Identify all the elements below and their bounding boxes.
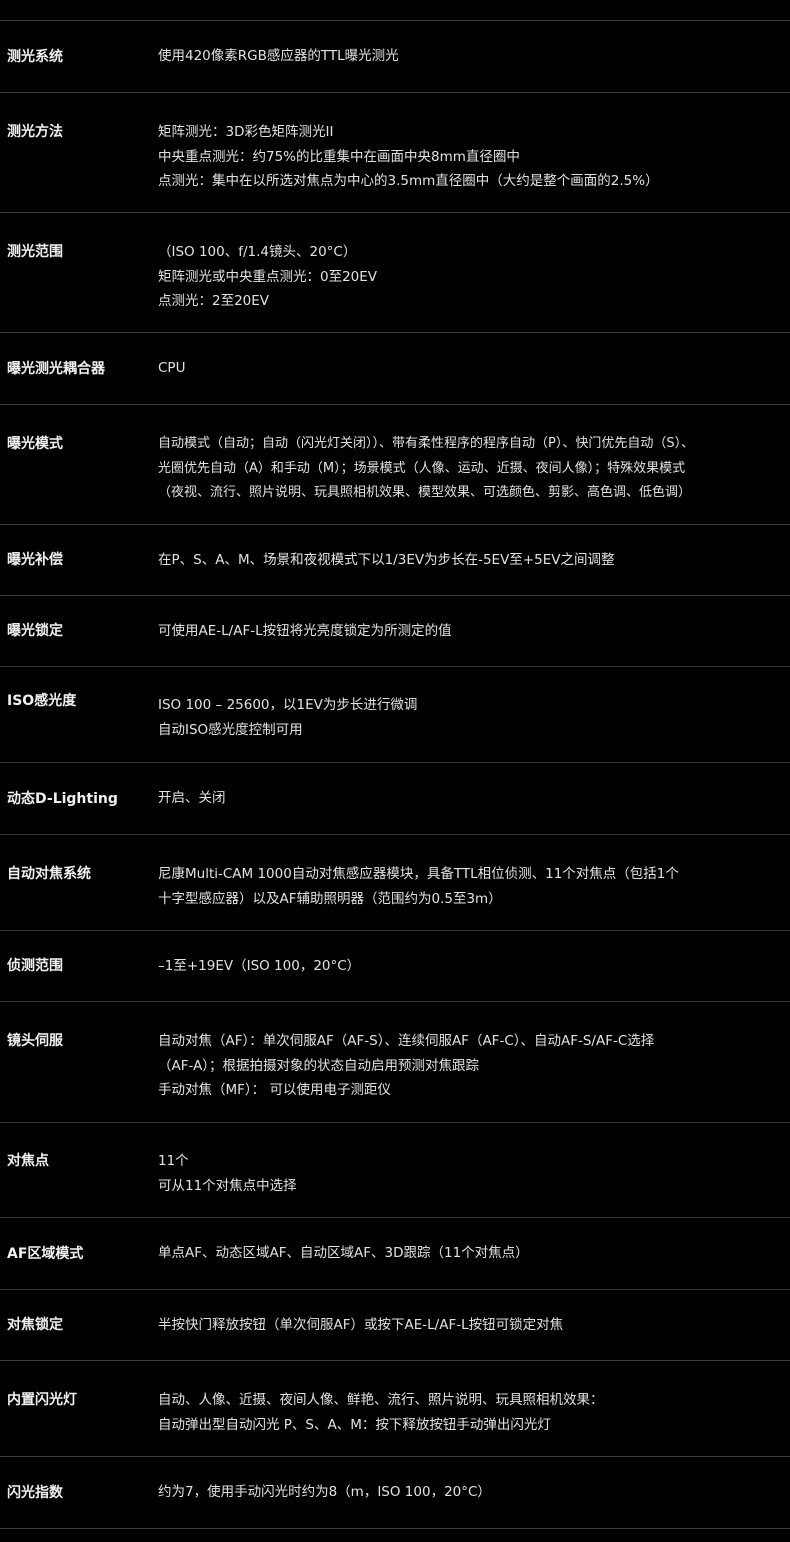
spec-line: 自动ISO感光度控制可用 [158, 721, 303, 738]
spec-label: 曝光模式 [7, 436, 63, 452]
spec-row: 曝光测光耦合器 CPU [0, 332, 790, 404]
spec-value: –1至+19EV（ISO 100，20°C） [158, 954, 790, 979]
spec-row: 测光系统 使用420像素RGB感应器的TTL曝光测光 [0, 20, 790, 92]
spec-line: 十字型感应器）以及AF辅助照明器（范围约为0.5至3m） [158, 890, 502, 907]
spec-label: 侦测范围 [7, 958, 63, 974]
spec-line: 中央重点测光：约75%的比重集中在画面中央8mm直径圈中 [158, 148, 520, 165]
spec-row: 对焦点 11个 可从11个对焦点中选择 [0, 1122, 790, 1217]
spec-row: 侦测范围 –1至+19EV（ISO 100，20°C） [0, 930, 790, 1001]
spec-line: 自动弹出型自动闪光 P、S、A、M：按下释放按钮手动弹出闪光灯 [158, 1416, 551, 1433]
spec-label: 镜头伺服 [7, 1033, 63, 1049]
spec-row: ISO感光度 ISO 100 – 25600，以1EV为步长进行微调 自动ISO… [0, 666, 790, 762]
spec-line: 自动、人像、近摄、夜间人像、鲜艳、流行、照片说明、玩具照相机效果： [158, 1392, 604, 1408]
spec-value: ISO 100 – 25600，以1EV为步长进行微调 自动ISO感光度控制可用 [158, 689, 790, 742]
spec-line: （ISO 100、f/1.4镜头、20°C） [158, 244, 357, 260]
spec-label: 对焦点 [7, 1153, 49, 1169]
spec-line: （夜视、流行、照片说明、玩具照相机效果、模型效果、可选颜色、剪影、高色调、低色调… [158, 485, 692, 500]
spec-line: 矩阵测光：3D彩色矩阵测光II [158, 124, 334, 140]
spec-line: 在P、S、A、M、场景和夜视模式下以1/3EV为步长在-5EV至+5EV之间调整 [158, 551, 615, 568]
spec-row: 测光方法 矩阵测光：3D彩色矩阵测光II 中央重点测光：约75%的比重集中在画面… [0, 92, 790, 212]
spec-row: 闪光指数 约为7，使用手动闪光时约为8（m，ISO 100，20°C） [0, 1456, 790, 1528]
spec-row: AF区域模式 单点AF、动态区域AF、自动区域AF、3D跟踪（11个对焦点） [0, 1217, 790, 1289]
spec-line: 手动对焦（MF）： 可以使用电子测距仪 [158, 1082, 391, 1098]
spec-value: 矩阵测光：3D彩色矩阵测光II 中央重点测光：约75%的比重集中在画面中央8mm… [158, 120, 790, 194]
spec-line: 点测光：2至20EV [158, 293, 270, 309]
spec-line: 开启、关闭 [158, 790, 226, 807]
spec-line: 可使用AE-L/AF-L按钮将光亮度锁定为所测定的值 [158, 622, 452, 639]
spec-table: 测光系统 使用420像素RGB感应器的TTL曝光测光 测光方法 矩阵测光：3D彩… [0, 0, 790, 1529]
spec-row: 内置闪光灯 自动、人像、近摄、夜间人像、鲜艳、流行、照片说明、玩具照相机效果： … [0, 1360, 790, 1456]
spec-line: CPU [158, 360, 186, 377]
spec-value: （ISO 100、f/1.4镜头、20°C） 矩阵测光或中央重点测光：0至20E… [158, 240, 790, 314]
spec-line: 矩阵测光或中央重点测光：0至20EV [158, 268, 378, 285]
spec-label: 闪光指数 [7, 1484, 63, 1501]
spec-line: 自动模式（自动；自动（闪光灯关闭））、带有柔性程序的程序自动（P）、快门优先自动… [158, 436, 695, 451]
spec-row: 曝光模式 自动模式（自动；自动（闪光灯关闭））、带有柔性程序的程序自动（P）、快… [0, 404, 790, 524]
spec-line: （AF-A）；根据拍摄对象的状态自动启用预测对焦跟踪 [158, 1057, 480, 1074]
spec-line: –1至+19EV（ISO 100，20°C） [158, 957, 361, 974]
spec-row: 对焦锁定 半按快门释放按钮（单次伺服AF）或按下AE-L/AF-L按钮可锁定对焦 [0, 1289, 790, 1360]
spec-value: 自动模式（自动；自动（闪光灯关闭））、带有柔性程序的程序自动（P）、快门优先自动… [158, 432, 790, 506]
spec-row: 曝光补偿 在P、S、A、M、场景和夜视模式下以1/3EV为步长在-5EV至+5E… [0, 524, 790, 595]
spec-label: 测光范围 [7, 244, 63, 260]
spec-label: 测光方法 [7, 124, 63, 140]
spec-value: 11个 可从11个对焦点中选择 [158, 1149, 790, 1198]
spec-value: 开启、关闭 [158, 786, 790, 811]
spec-value: 单点AF、动态区域AF、自动区域AF、3D跟踪（11个对焦点） [158, 1241, 790, 1266]
spec-line: 点测光：集中在以所选对焦点为中心的3.5mm直径圈中（大约是整个画面的2.5%） [158, 173, 659, 189]
spec-line: 可从11个对焦点中选择 [158, 1177, 297, 1194]
spec-row: 动态D-Lighting 开启、关闭 [0, 762, 790, 834]
spec-line: ISO 100 – 25600，以1EV为步长进行微调 [158, 697, 418, 713]
spec-value: CPU [158, 356, 790, 381]
bottom-divider [0, 1528, 790, 1529]
spec-label: 曝光补偿 [7, 552, 63, 568]
spec-value: 在P、S、A、M、场景和夜视模式下以1/3EV为步长在-5EV至+5EV之间调整 [158, 548, 790, 573]
spec-line: 自动对焦（AF）：单次伺服AF（AF-S）、连续伺服AF（AF-C）、自动AF-… [158, 1033, 655, 1049]
spec-label: ISO感光度 [7, 693, 77, 709]
spec-label: 曝光测光耦合器 [7, 360, 105, 377]
spec-value: 半按快门释放按钮（单次伺服AF）或按下AE-L/AF-L按钮可锁定对焦 [158, 1313, 790, 1338]
spec-value: 使用420像素RGB感应器的TTL曝光测光 [158, 44, 790, 69]
spec-label: AF区域模式 [7, 1245, 84, 1262]
spec-line: 单点AF、动态区域AF、自动区域AF、3D跟踪（11个对焦点） [158, 1245, 529, 1262]
spec-label: 自动对焦系统 [7, 866, 91, 882]
spec-line: 光圈优先自动（A）和手动（M）；场景模式（人像、运动、近摄、夜间人像）；特殊效果… [158, 460, 686, 476]
spec-label: 内置闪光灯 [7, 1392, 77, 1408]
spec-line: 11个 [158, 1153, 189, 1169]
spec-line: 约为7，使用手动闪光时约为8（m，ISO 100，20°C） [158, 1484, 491, 1501]
spec-line: 半按快门释放按钮（单次伺服AF）或按下AE-L/AF-L按钮可锁定对焦 [158, 1316, 564, 1333]
spec-line: 使用420像素RGB感应器的TTL曝光测光 [158, 48, 399, 65]
spec-value: 尼康Multi-CAM 1000自动对焦感应器模块，具备TTL相位侦测、11个对… [158, 862, 790, 911]
spec-row: 测光范围 （ISO 100、f/1.4镜头、20°C） 矩阵测光或中央重点测光：… [0, 212, 790, 332]
spec-value: 自动、人像、近摄、夜间人像、鲜艳、流行、照片说明、玩具照相机效果： 自动弹出型自… [158, 1388, 790, 1437]
spec-label: 曝光锁定 [7, 623, 63, 639]
spec-value: 约为7，使用手动闪光时约为8（m，ISO 100，20°C） [158, 1480, 790, 1505]
spec-line: 尼康Multi-CAM 1000自动对焦感应器模块，具备TTL相位侦测、11个对… [158, 866, 679, 882]
spec-label: 对焦锁定 [7, 1317, 63, 1333]
spec-row: 自动对焦系统 尼康Multi-CAM 1000自动对焦感应器模块，具备TTL相位… [0, 834, 790, 930]
spec-value: 可使用AE-L/AF-L按钮将光亮度锁定为所测定的值 [158, 619, 790, 644]
spec-row: 曝光锁定 可使用AE-L/AF-L按钮将光亮度锁定为所测定的值 [0, 595, 790, 666]
spec-label: 动态D-Lighting [7, 790, 118, 807]
spec-row: 镜头伺服 自动对焦（AF）：单次伺服AF（AF-S）、连续伺服AF（AF-C）、… [0, 1001, 790, 1122]
spec-label: 测光系统 [7, 48, 63, 65]
spec-value: 自动对焦（AF）：单次伺服AF（AF-S）、连续伺服AF（AF-C）、自动AF-… [158, 1029, 790, 1103]
